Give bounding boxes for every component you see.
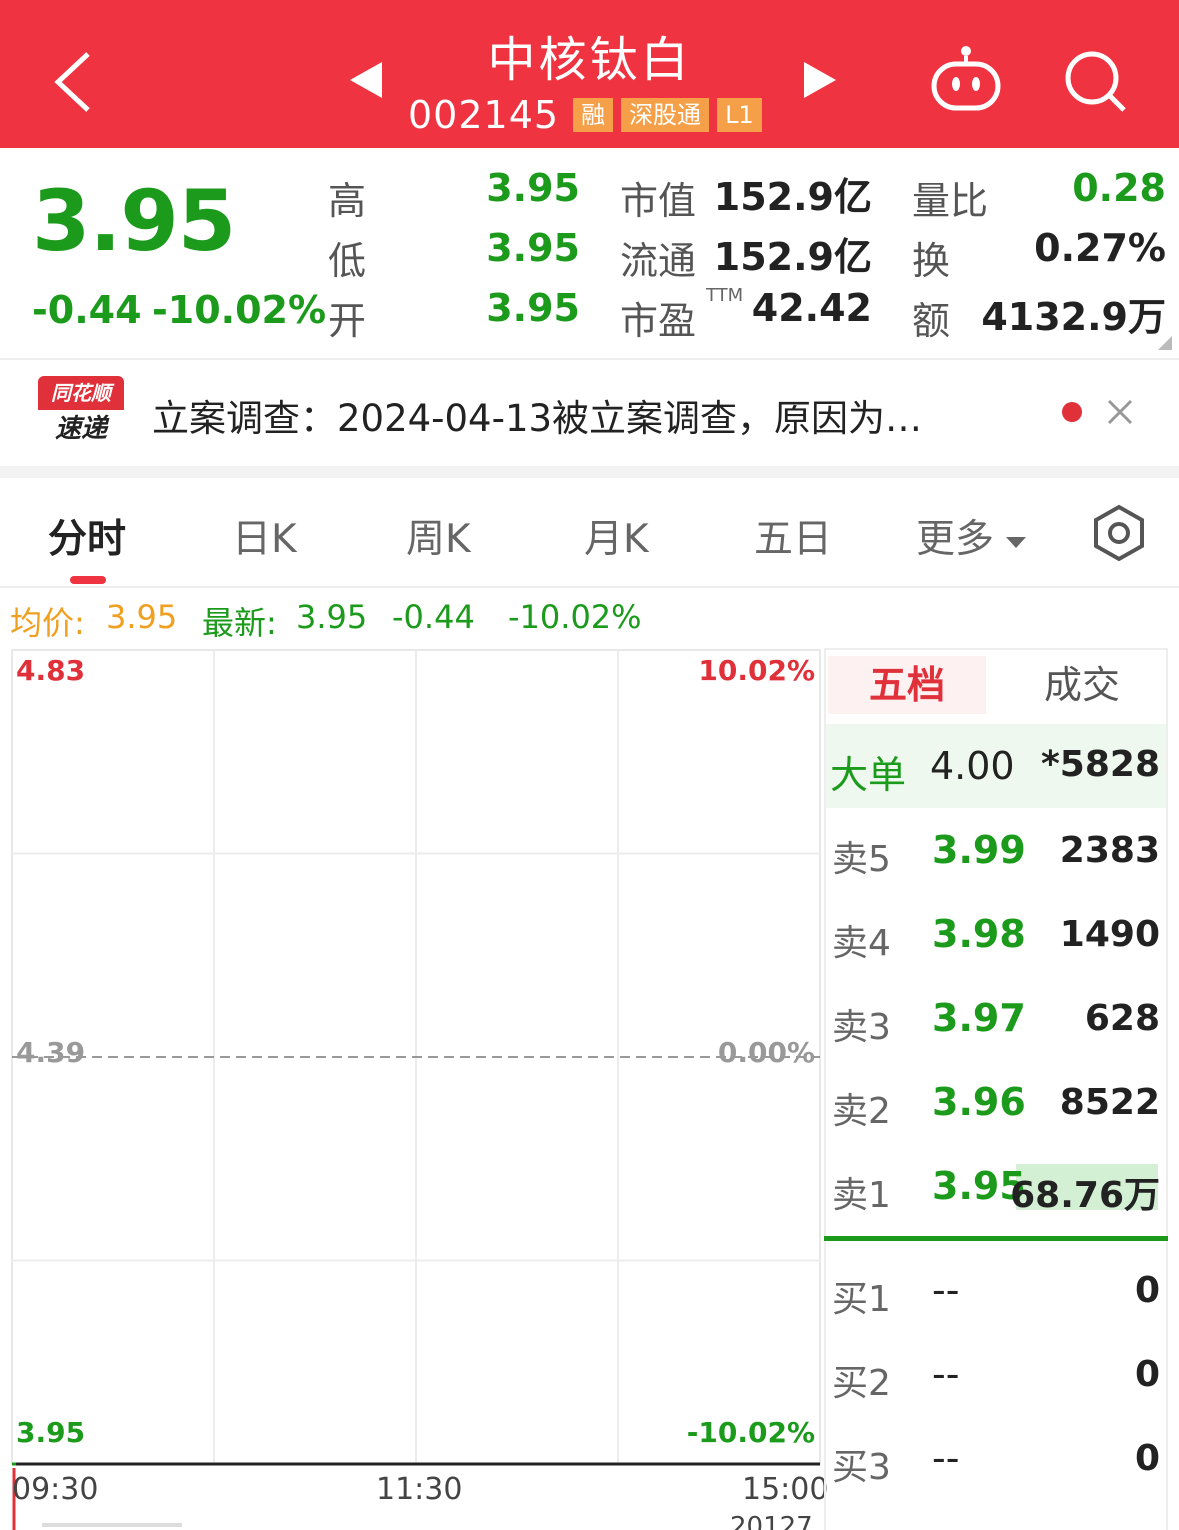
market-cap-label: 市值 [620,179,697,223]
ask-volume: 8522 [1059,1082,1160,1123]
tab-five-levels[interactable]: 五档 [828,656,986,714]
tab-five-day[interactable]: 五日 [754,508,832,564]
x-axis-label-close: 15:00 [742,1472,829,1507]
turnover-label: 换 [912,239,951,283]
x-axis-label-open: 09:30 [12,1472,99,1507]
tab-trades-label: 成交 [1043,663,1120,707]
ask-level-label: 卖5 [832,839,891,880]
low-label: 低 [328,239,367,283]
bid-price: -- [932,1268,960,1312]
amount-label: 额 [912,299,951,343]
stock-code-row: 002145 融 深股通 L1 [408,93,762,137]
pct-axis-mid-label: 0.00% [717,1036,815,1069]
dropdown-triangle-icon [1006,536,1027,548]
tabs-divider [0,586,1179,588]
pct-axis-top-label: 10.02% [698,654,815,687]
chart-settings-icon[interactable] [1092,504,1146,562]
ask-volume: 68.76万 [1010,1175,1160,1216]
shenzhen-connect-badge: 深股通 [621,98,710,132]
current-price: 3.95 [32,172,236,270]
amount-value: 4132.9万 [981,295,1166,339]
big-order-label: 大单 [830,753,907,797]
ask-level-label: 卖2 [832,1091,891,1132]
ask-volume: 628 [1084,998,1160,1039]
unread-dot [1062,402,1082,422]
y-axis-bottom-label: 3.95 [16,1416,86,1449]
tab-more-label: 更多 [916,517,995,562]
bid-volume: 0 [1134,1354,1160,1395]
bid-volume: 0 [1134,1270,1160,1311]
active-tab-indicator [70,576,106,584]
stock-code: 002145 [408,93,560,137]
turnover-value: 0.27% [1034,226,1166,270]
tab-five-levels-label: 五档 [868,663,945,707]
bid-level-label: 买2 [832,1363,891,1404]
open-value: 3.95 [486,286,580,330]
high-value: 3.95 [486,166,580,210]
chart-grid [11,649,821,1466]
latest-price-label: 最新: [202,604,277,642]
bid-level-label: 买1 [832,1279,891,1320]
volume-ratio-value: 0.28 [1072,166,1166,210]
latest-change: -0.44 [392,598,475,636]
price-change: -0.44 [32,288,142,332]
bid-price: -- [932,1436,960,1480]
section-divider [0,466,1179,478]
divider [0,358,1179,360]
level1-badge: L1 [717,98,762,132]
bid-level-label: 买3 [832,1447,891,1488]
float-cap-label: 流通 [620,239,697,283]
tab-trades[interactable]: 成交 [1010,656,1154,714]
expand-corner-icon[interactable] [1158,336,1172,350]
tab-weekly-k[interactable]: 周K [406,508,471,564]
bid-price: -- [932,1352,960,1396]
bid-volume: 0 [1134,1438,1160,1479]
search-icon[interactable] [1062,48,1128,114]
tab-monthly-k[interactable]: 月K [584,508,649,564]
pct-axis-bottom-label: -10.02% [686,1416,815,1449]
float-cap-value: 152.9亿 [713,235,872,279]
latest-price-value: 3.95 [296,598,368,636]
big-order-volume: *5828 [1040,744,1160,785]
volume-partial-label: 20127 [730,1514,813,1530]
tab-daily-k[interactable]: 日K [232,508,297,564]
margin-badge: 融 [573,98,614,132]
average-price-value: 3.95 [106,598,178,636]
volume-ratio-label: 量比 [912,179,989,223]
high-label: 高 [328,179,367,223]
pe-value: 42.42 [751,286,872,330]
next-stock-icon[interactable] [802,60,838,100]
ask-level-label: 卖4 [832,923,891,964]
ask-level-label: 卖1 [832,1175,891,1216]
y-axis-mid-label: 4.39 [16,1036,86,1069]
y-axis-top-label: 4.83 [16,654,86,687]
latest-change-percent: -10.02% [508,598,642,636]
intraday-chart[interactable] [0,640,824,1530]
close-icon[interactable] [1106,398,1134,426]
ask-level-label: 卖3 [832,1007,891,1048]
market-cap-value: 152.9亿 [713,175,872,219]
news-logo: 同花顺 速递 [38,376,124,448]
top-header-bar: 中核钛白 002145 融 深股通 L1 [0,0,1179,148]
x-axis-label-midday: 11:30 [376,1472,463,1507]
low-value: 3.95 [486,226,580,270]
ask-volume: 2383 [1059,830,1160,871]
pe-label: 市盈 [620,299,697,343]
price-change-percent: -10.02% [152,288,327,332]
average-price-label: 均价: [10,604,85,642]
robot-assistant-icon[interactable] [928,44,1004,112]
news-logo-bottom: 速递 [54,414,107,444]
tab-more[interactable]: 更多 [916,508,1027,564]
pe-ttm-superscript: TTM [706,285,744,306]
ask-bid-separator [824,1236,1168,1241]
ask-volume: 1490 [1059,914,1160,955]
news-logo-top: 同花顺 [38,376,124,410]
tab-intraday[interactable]: 分时 [48,508,126,564]
news-headline[interactable]: 立案调查：2024-04-13被立案调查，原因为… [152,388,1042,442]
open-label: 开 [328,299,367,343]
